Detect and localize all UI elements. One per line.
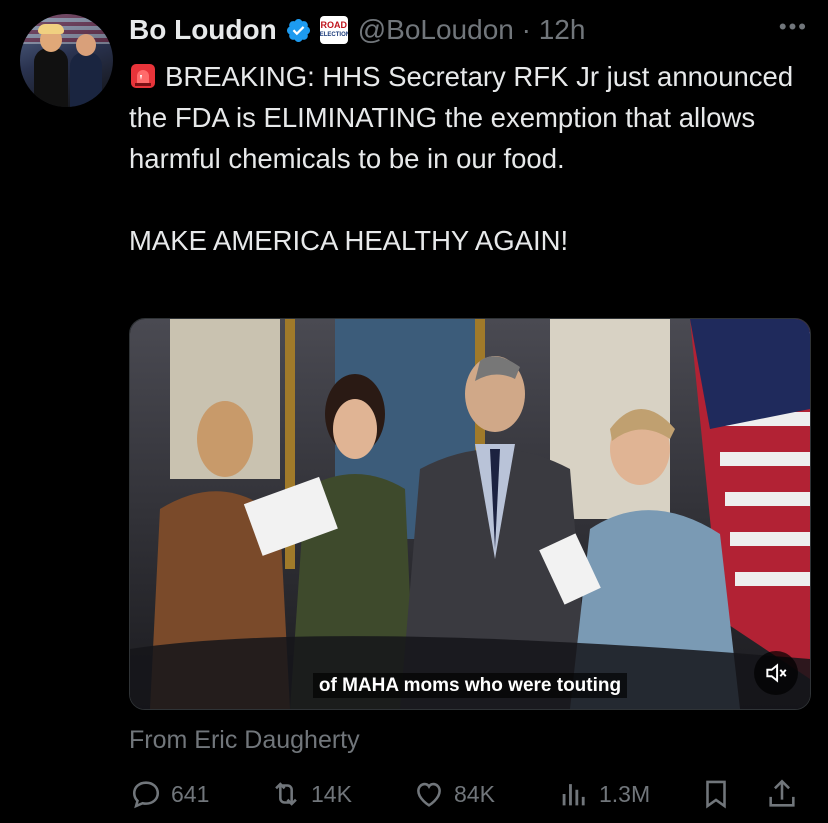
more-icon[interactable]: ••• — [779, 14, 808, 40]
tweet-text: BREAKING: HHS Secretary RFK Jr just anno… — [129, 56, 809, 261]
reply-button[interactable]: 641 — [129, 772, 209, 816]
views-icon — [562, 784, 585, 806]
like-button[interactable]: 84K — [412, 772, 495, 816]
video-caption: of MAHA moms who were touting — [130, 673, 810, 698]
attribution[interactable]: From Eric Daugherty — [129, 726, 360, 755]
tweet-slogan: MAKE AMERICA HEALTHY AGAIN! — [129, 225, 569, 256]
timestamp[interactable]: 12h — [539, 14, 586, 45]
repost-count: 14K — [311, 780, 352, 807]
like-count: 84K — [454, 780, 495, 807]
video-frame — [130, 319, 810, 709]
siren-icon — [131, 64, 155, 88]
bookmark-icon — [706, 780, 726, 809]
author-handle[interactable]: @BoLoudon · 12h — [358, 14, 586, 46]
share-icon — [769, 779, 795, 807]
author-name[interactable]: Bo Loudon — [129, 14, 277, 46]
verified-icon — [286, 18, 310, 42]
repost-icon — [275, 782, 297, 806]
mute-icon[interactable] — [754, 651, 798, 695]
video-player[interactable]: of MAHA moms who were touting — [129, 318, 811, 710]
like-icon — [417, 782, 441, 807]
reply-count: 641 — [171, 780, 210, 807]
tweet-header: Bo Loudon ROAD ELECTION @BoLoudon · 12h … — [129, 8, 808, 52]
views-count: 1.3M — [599, 780, 651, 807]
reply-icon — [132, 781, 160, 809]
avatar[interactable] — [20, 14, 113, 107]
repost-button[interactable]: 14K — [269, 772, 352, 816]
bookmark-button[interactable] — [699, 772, 741, 816]
tweet-breaking: BREAKING: HHS Secretary RFK Jr just anno… — [129, 61, 794, 174]
views-button[interactable]: 1.3M — [557, 772, 650, 816]
action-bar: 641 14K 84K 1.3M — [129, 772, 809, 816]
share-button[interactable] — [765, 772, 807, 816]
affiliate-badge[interactable]: ROAD ELECTION — [319, 16, 348, 44]
